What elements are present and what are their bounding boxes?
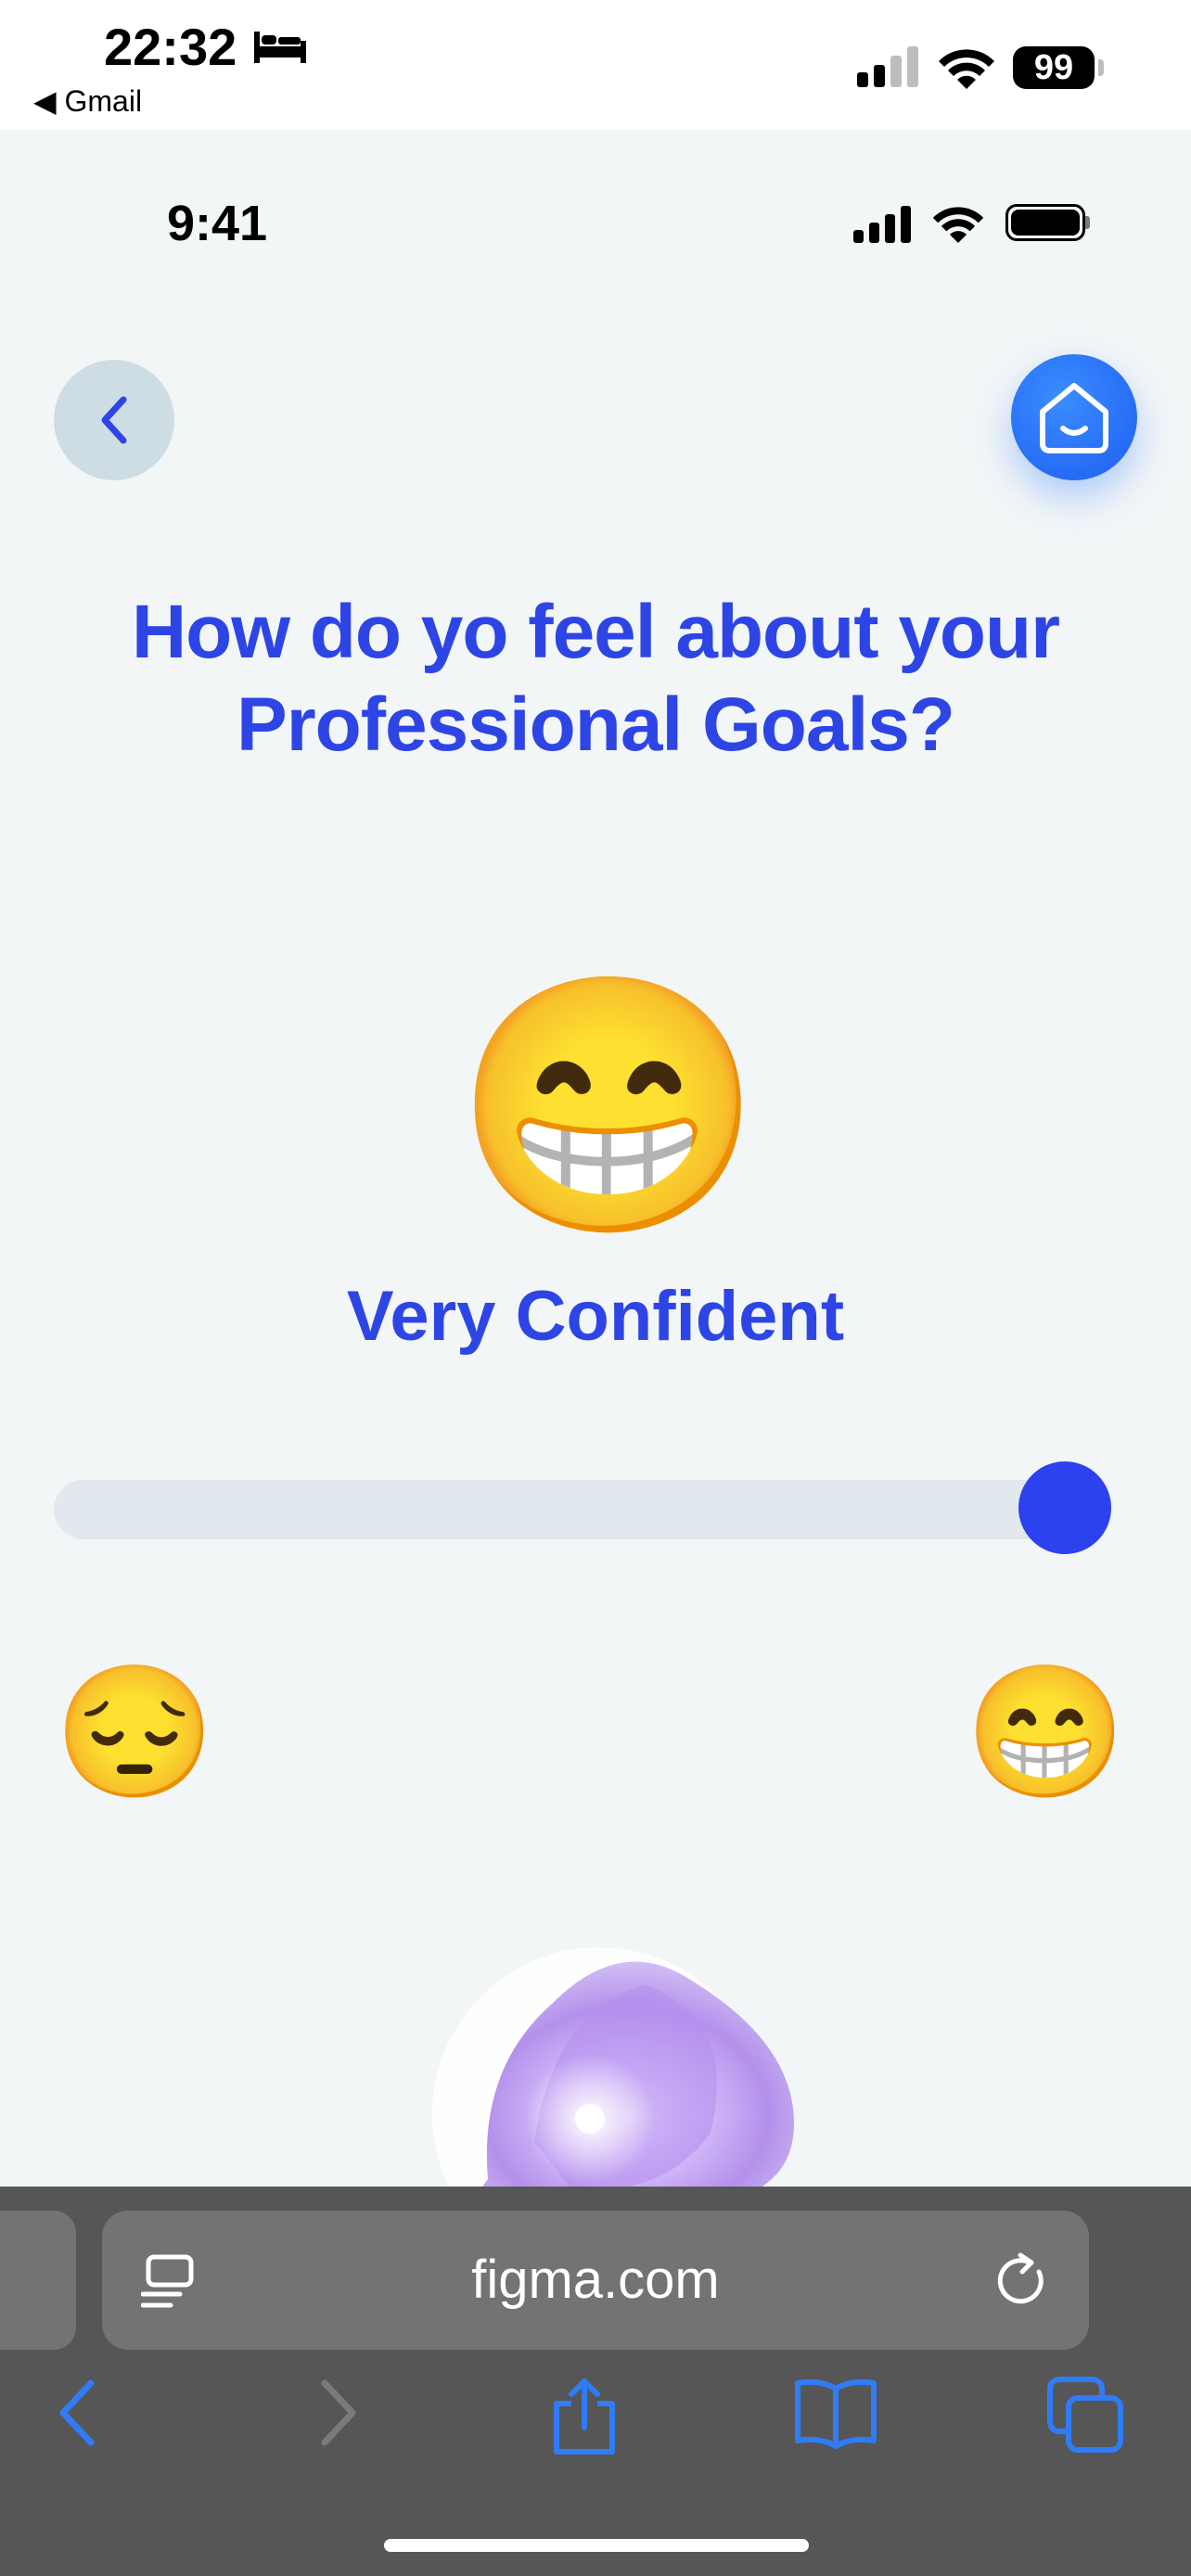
prototype-time: 9:41 [167, 196, 268, 251]
tabs-icon[interactable] [1046, 2376, 1126, 2458]
reload-icon[interactable] [994, 2251, 1052, 2315]
browser-back-icon[interactable] [54, 2376, 100, 2455]
cellular-signal-icon [857, 45, 922, 94]
bookmarks-icon[interactable] [792, 2376, 879, 2455]
mood-slider-track[interactable] [54, 1480, 1111, 1539]
home-button[interactable] [1011, 354, 1137, 480]
address-bar[interactable]: figma.com [102, 2211, 1089, 2350]
wifi-icon [937, 48, 996, 96]
ai-orb-graphic [404, 1901, 813, 2216]
prototype-wifi-icon [931, 206, 985, 249]
browser-forward-icon[interactable] [315, 2376, 362, 2455]
slider-max-emoji: 😁 [965, 1659, 1127, 1804]
question-title: How do yo feel about your Professional G… [131, 590, 1060, 767]
url-text: figma.com [471, 2250, 720, 2310]
home-smile-icon [1040, 383, 1108, 453]
chevron-left-icon [101, 396, 127, 444]
system-time: 22:32 [104, 18, 237, 76]
home-indicator [384, 2539, 809, 2552]
sleep-bed-icon [252, 28, 308, 70]
battery-tip [1098, 59, 1104, 76]
prototype-signal-icon [853, 206, 913, 248]
share-icon[interactable] [549, 2376, 620, 2460]
back-button[interactable] [54, 360, 174, 480]
selected-mood-label: Very Confident [346, 1277, 845, 1356]
slider-min-emoji: 😔 [54, 1659, 216, 1804]
prototype-battery-icon [1005, 204, 1085, 241]
selected-mood-emoji: 😁 [453, 967, 765, 1246]
battery-level: 99 [1013, 46, 1095, 89]
back-to-app-link[interactable]: ◀ Gmail [33, 83, 142, 119]
previous-tab-peek[interactable] [0, 2211, 76, 2350]
page-menu-icon[interactable] [140, 2251, 198, 2315]
prototype-battery-tip [1085, 216, 1090, 229]
mood-slider-thumb[interactable] [1018, 1461, 1111, 1554]
